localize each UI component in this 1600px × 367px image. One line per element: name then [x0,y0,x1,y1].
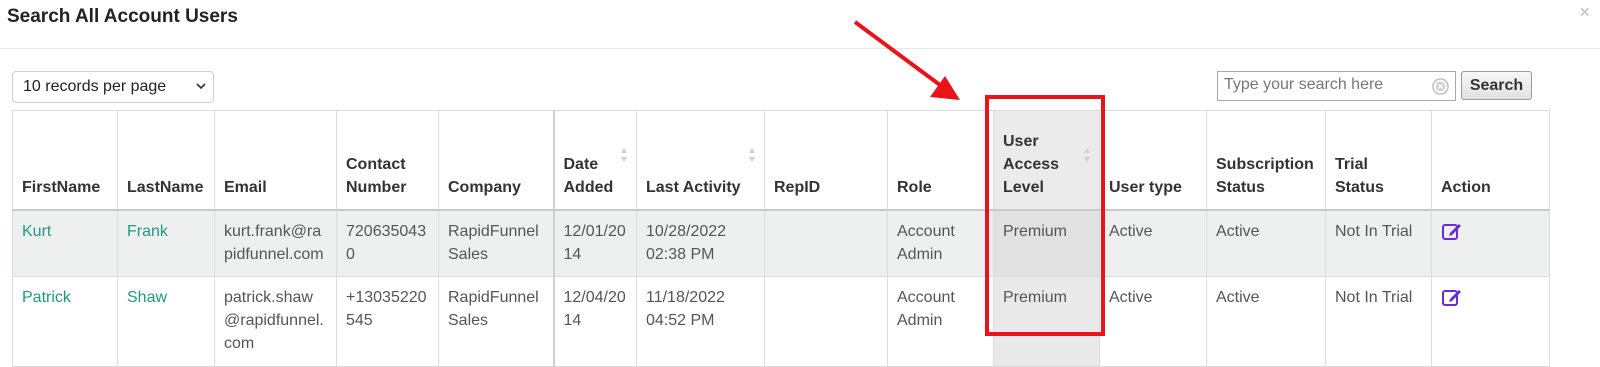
cell-user-type: Active [1099,276,1207,367]
cell-contact-number: 720635043 0 [336,209,439,277]
cell-subscription-status: Active [1206,209,1326,277]
cell-role: Account Admin [887,209,994,277]
users-table: FirstName LastName Email Contact Number C… [12,110,1550,367]
modal-title: Search All Account Users [7,6,238,27]
column-header-date-added[interactable]: Date Added [552,110,637,211]
cell-repid [764,276,888,367]
cell-contact-number: +13035220 545 [336,276,439,367]
cell-user-type: Active [1099,209,1207,277]
cell-last-activity: 10/28/2022 02:38 PM [636,209,765,277]
cell-repid [764,209,888,277]
column-header-repid[interactable]: RepID [764,110,888,211]
table-row: Patrick Shaw patrick.shaw @rapidfunnel. co… [12,276,1550,367]
column-header-action: Action [1431,110,1550,211]
edit-icon[interactable] [1441,286,1463,308]
title-divider [0,48,1600,49]
records-per-page-select[interactable]: 10 records per page [12,71,214,103]
cell-trial-status: Not In Trial [1325,276,1432,367]
cell-last-activity: 11/18/2022 04:52 PM [636,276,765,367]
close-icon[interactable]: × [1579,2,1590,23]
cell-trial-status: Not In Trial [1325,209,1432,277]
sort-icon[interactable] [620,147,628,163]
cell-action [1431,209,1550,277]
annotation-highlight-box [985,95,1105,336]
column-header-subscription-status[interactable]: Subscription Status [1206,110,1326,211]
search-button[interactable]: Search [1461,71,1532,100]
cell-email: kurt.frank@ra pidfunnel.com [214,209,337,277]
table-header-row: FirstName LastName Email Contact Number C… [12,110,1550,211]
cell-date-added: 12/04/20 14 [552,276,637,367]
cell-action [1431,276,1550,367]
user-lastname-link[interactable]: Shaw [127,289,167,306]
cell-lastname: Frank [117,209,215,277]
user-lastname-link[interactable]: Frank [127,223,168,240]
cell-company: RapidFunnel Sales [438,276,554,367]
records-per-page-label: 10 records per page [23,78,167,95]
cell-role: Account Admin [887,276,994,367]
edit-icon[interactable] [1441,220,1463,242]
cell-lastname: Shaw [117,276,215,367]
search-input[interactable] [1218,72,1429,98]
column-header-firstname[interactable]: FirstName [12,110,118,211]
cell-date-added: 12/01/20 14 [552,209,637,277]
column-header-role[interactable]: Role [887,110,994,211]
column-header-user-type[interactable]: User type [1099,110,1207,211]
cell-firstname: Kurt [12,209,118,277]
column-header-trial-status[interactable]: Trial Status [1325,110,1432,211]
user-firstname-link[interactable]: Kurt [22,223,51,240]
column-header-contact-number[interactable]: Contact Number [336,110,439,211]
user-firstname-link[interactable]: Patrick [22,289,71,306]
column-header-last-activity[interactable]: Last Activity [636,110,765,211]
column-header-lastname[interactable]: LastName [117,110,215,211]
cell-company: RapidFunnel Sales [438,209,554,277]
cell-firstname: Patrick [12,276,118,367]
clear-search-icon[interactable] [1432,78,1449,95]
table-row: Kurt Frank kurt.frank@ra pidfunnel.com 72… [12,209,1550,277]
column-header-email[interactable]: Email [214,110,337,211]
search-field[interactable] [1217,71,1456,101]
cell-email: patrick.shaw @rapidfunnel. com [214,276,337,367]
cell-subscription-status: Active [1206,276,1326,367]
chevron-down-icon [196,83,206,90]
column-header-company[interactable]: Company [438,110,554,211]
sort-icon[interactable] [748,147,756,163]
